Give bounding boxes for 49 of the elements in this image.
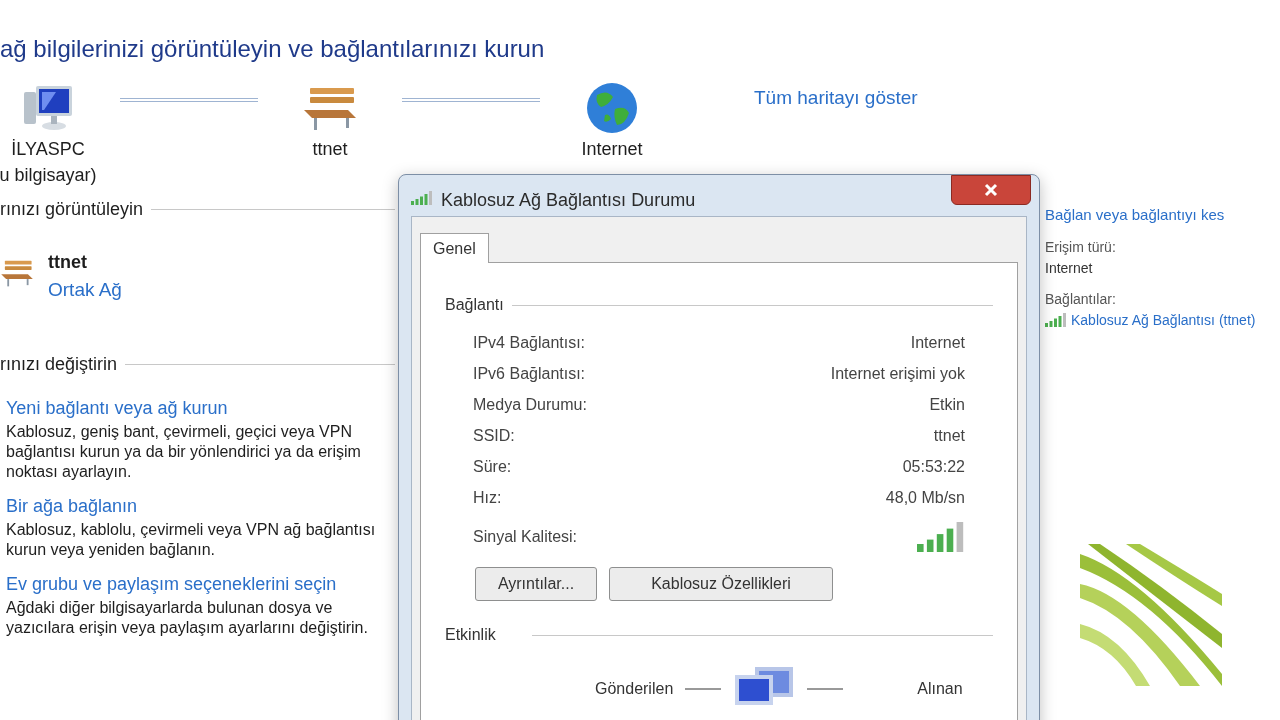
status-label: SSID:: [473, 425, 515, 446]
status-label: Hız:: [473, 487, 502, 508]
status-value: 05:53:22: [902, 456, 965, 477]
status-label: Medya Durumu:: [473, 394, 587, 415]
section-heading: rınızı görüntüleyin: [0, 198, 144, 221]
signal-quality-icon: [916, 521, 965, 553]
status-value: ttnet: [933, 425, 965, 446]
status-label: IPv4 Bağlantısı:: [473, 332, 586, 353]
status-value: Internet: [910, 332, 965, 353]
close-icon: [984, 183, 998, 197]
full-map-link[interactable]: Tüm haritayı göster: [754, 84, 918, 113]
task-description: Kablosuz, geniş bant, çevirmeli, geçici veya VPN bağlantısı kurun ya da bir yönlendirici ya da erişim noktası ayarlayın.: [6, 422, 362, 482]
status-label: Sinyal Kalitesi:: [473, 527, 578, 547]
group-label: Bağlantı: [445, 295, 504, 315]
dialog-title: Kablosuz Ağ Bağlantısı Durumu: [441, 189, 696, 212]
dialog-button[interactable]: Kablosuz Özellikleri: [609, 567, 833, 601]
network-name: ttnet: [48, 251, 88, 274]
task-link[interactable]: Ev grubu ve paylaşım seçeneklerini seçin: [6, 572, 391, 596]
connection-link[interactable]: Kablosuz Ağ Bağlantısı (ttnet): [1071, 309, 1256, 331]
sent-label: Gönderilen: [595, 679, 674, 699]
dialog-button[interactable]: Ayrıntılar...: [475, 567, 597, 601]
status-label: Süre:: [473, 456, 512, 477]
detail-label: Bağlantılar:: [1045, 289, 1117, 309]
task-description: Ağdaki diğer bilgisayarlarda bulunan dosya ve yazıcılara erişin veya paylaşım ayarlarını değiştirin.: [6, 598, 369, 638]
node-label: İLYASPC: [11, 138, 85, 161]
globe-icon: [585, 81, 639, 135]
group-label: Etkinlik: [445, 625, 496, 645]
computer-icon: [22, 84, 74, 132]
task-description: Kablosuz, kablolu, çevirmeli veya VPN ağ bağlantısı kurun veya yeniden bağlanın.: [6, 520, 377, 560]
connect-link[interactable]: Bağlan veya bağlantıyı kes: [1045, 204, 1274, 227]
detail-value: Internet: [1045, 258, 1093, 278]
network-type-link[interactable]: Ortak Ağ: [48, 275, 122, 305]
node-label: Internet: [581, 138, 643, 161]
page-heading: ağ bilgilerinizi görüntüleyin ve bağlantılarınızı kurun: [0, 34, 546, 64]
signal-icon: [1045, 313, 1067, 327]
task-link[interactable]: Bir ağa bağlanın: [6, 494, 391, 518]
status-value: 48,0 Mb/sn: [885, 487, 965, 508]
tab[interactable]: Genel: [420, 233, 489, 263]
status-value: Etkin: [929, 394, 965, 415]
status-label: IPv6 Bağlantısı:: [473, 363, 586, 384]
detail-label: Erişim türü:: [1045, 237, 1117, 257]
close-button[interactable]: [951, 175, 1031, 205]
node-label: ttnet: [312, 138, 348, 161]
status-value: Internet erişimi yok: [830, 363, 965, 384]
section-heading: rınızı değiştirin: [0, 353, 118, 376]
task-link[interactable]: Yeni bağlantı veya ağ kurun: [6, 396, 391, 420]
received-label: Alınan: [917, 679, 963, 699]
signal-icon: [411, 191, 433, 205]
node-sublabel: u bilgisayar): [0, 164, 97, 187]
